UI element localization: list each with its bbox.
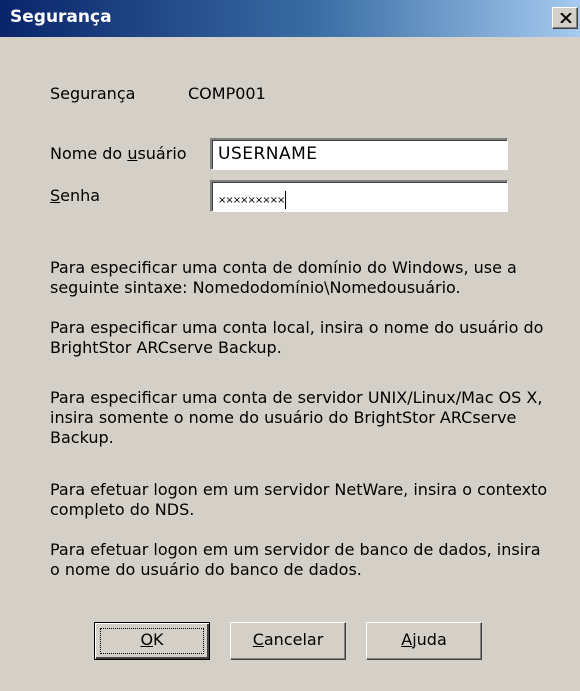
username-label-text: Nome do bbox=[50, 144, 128, 163]
window-title: Segurança bbox=[10, 7, 112, 27]
help-button[interactable]: Ajuda bbox=[366, 622, 482, 660]
help-accel: A bbox=[401, 630, 413, 649]
security-dialog: Segurança Segurança COMP001 Nome do usuá… bbox=[0, 0, 580, 691]
username-input[interactable]: USERNAME bbox=[210, 138, 508, 170]
password-label-accel: S bbox=[50, 186, 61, 205]
help-text-netware: Para efetuar logon em um servidor NetWar… bbox=[50, 480, 548, 519]
cancel-label: ancelar bbox=[263, 630, 324, 649]
password-input[interactable]: ××××××××× bbox=[210, 180, 508, 212]
username-label-rest: suário bbox=[137, 144, 187, 163]
ok-button[interactable]: OK bbox=[94, 622, 210, 660]
close-button[interactable] bbox=[552, 7, 578, 29]
password-mask: ××××××××× bbox=[218, 195, 285, 206]
title-bar[interactable]: Segurança bbox=[0, 0, 580, 37]
username-label: Nome do usuário bbox=[50, 144, 187, 163]
cancel-button[interactable]: Cancelar bbox=[230, 622, 346, 660]
username-value: USERNAME bbox=[218, 144, 318, 164]
username-label-accel: u bbox=[127, 144, 138, 163]
security-label: Segurança bbox=[50, 84, 136, 103]
text-caret bbox=[285, 191, 287, 209]
help-text-domain: Para especificar uma conta de domínio do… bbox=[50, 258, 517, 297]
security-value: COMP001 bbox=[188, 84, 266, 103]
close-icon bbox=[560, 13, 572, 23]
password-label-rest: enha bbox=[60, 186, 101, 205]
cancel-accel: C bbox=[252, 630, 264, 649]
password-label: Senha bbox=[50, 186, 100, 205]
help-text-unix: Para especificar uma conta de servidor U… bbox=[50, 388, 543, 447]
help-text-database: Para efetuar logon em um servidor de ban… bbox=[50, 540, 541, 579]
focus-rect bbox=[100, 628, 204, 654]
help-label: juda bbox=[412, 630, 447, 649]
help-text-local: Para especificar uma conta local, insira… bbox=[50, 318, 544, 357]
password-value: ××××××××× bbox=[218, 191, 287, 209]
